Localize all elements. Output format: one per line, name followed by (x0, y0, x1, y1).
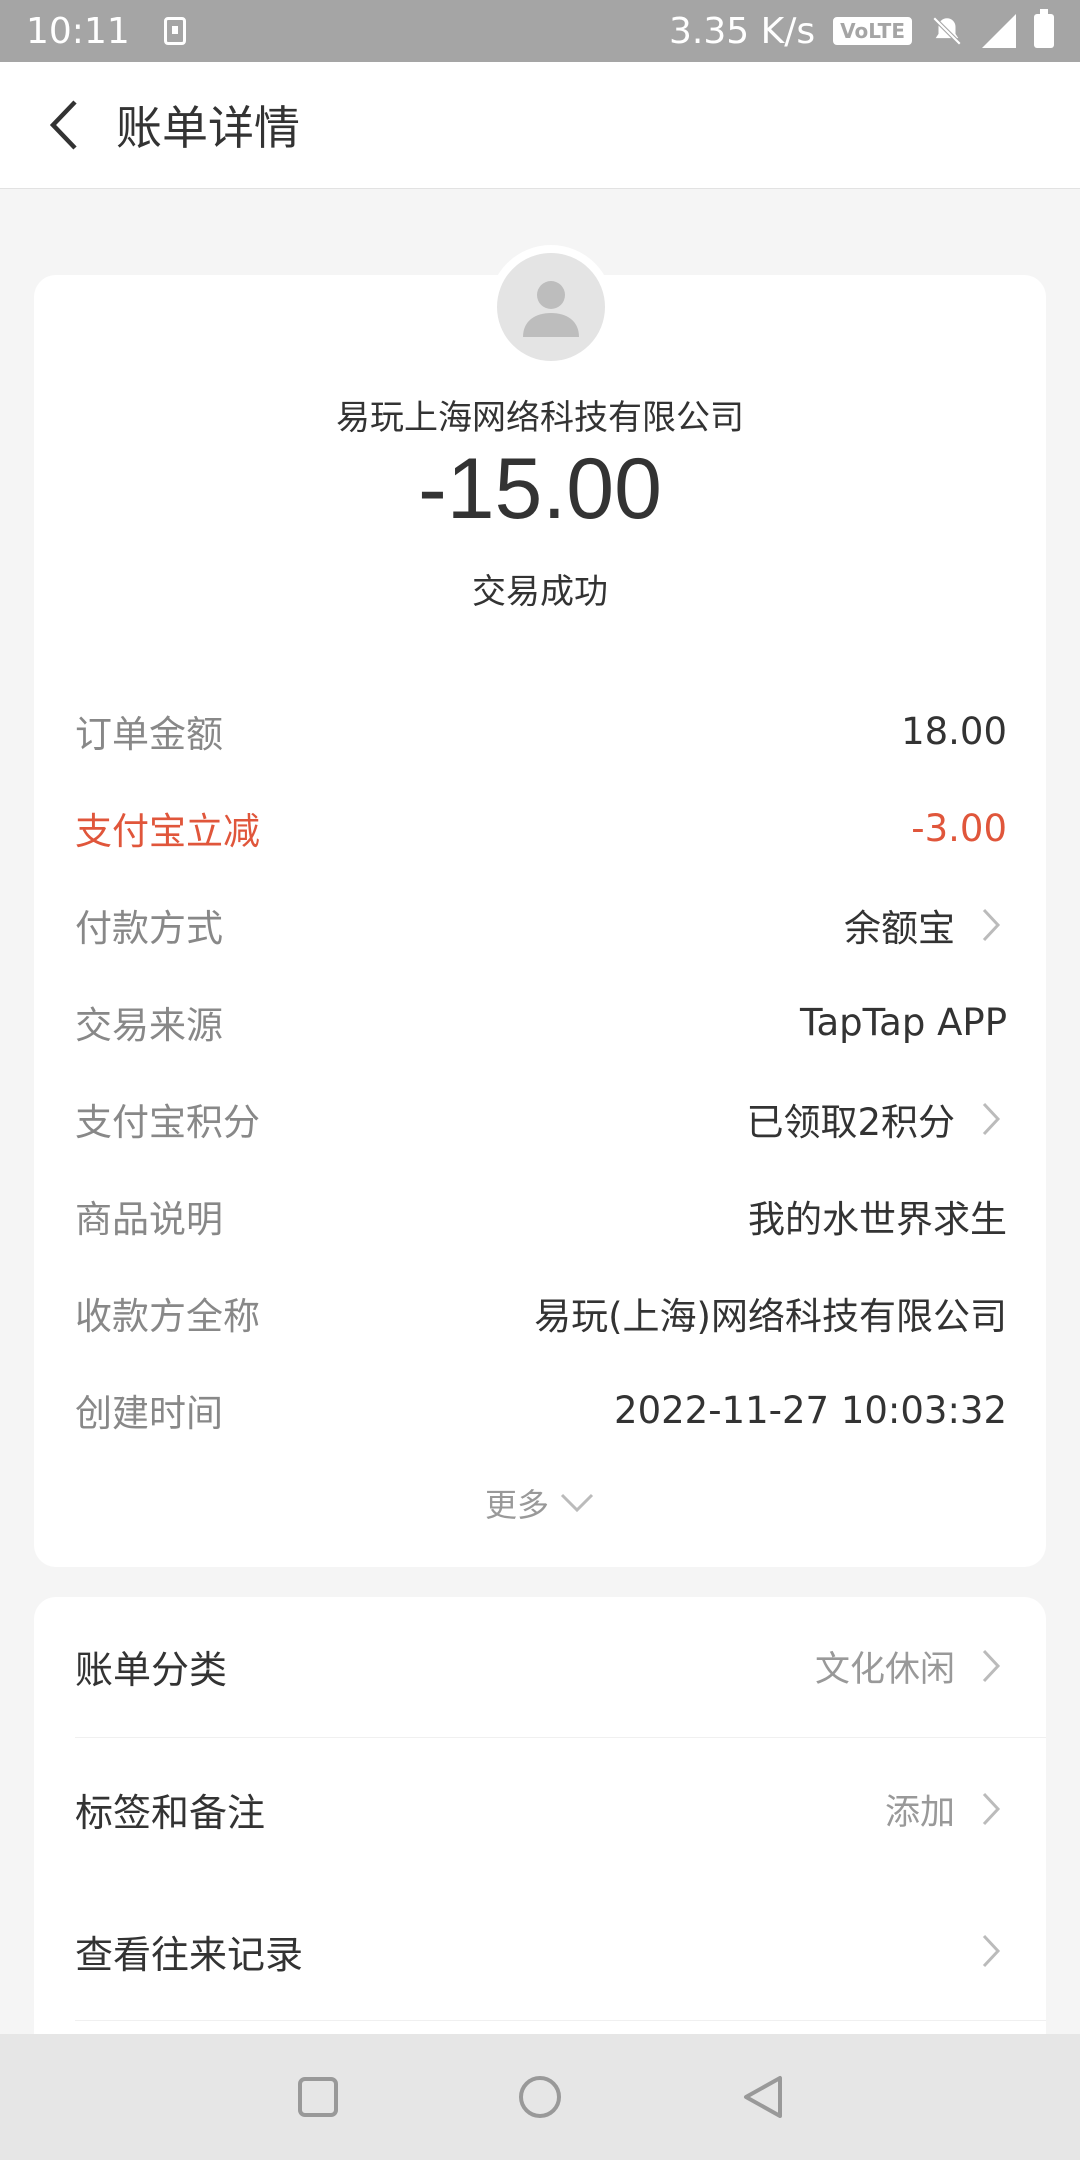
detail-label: 创建时间 (75, 1392, 223, 1435)
row-value-wrap (955, 1931, 1007, 1971)
detail-value: 已领取2积分 (746, 1101, 955, 1144)
chevron-right-icon (975, 1931, 1007, 1971)
row-label: 查看往来记录 (75, 1932, 304, 1977)
row-label: 账单分类 (75, 1647, 228, 1692)
detail-row-payment-method[interactable]: 付款方式 余额宝 (75, 895, 1007, 955)
bell-muted-icon (932, 16, 962, 46)
system-nav-bar (0, 2034, 1080, 2160)
square-icon (298, 2077, 338, 2117)
status-time: 10:11 (26, 10, 130, 52)
detail-value: TapTap APP (800, 1000, 1007, 1044)
detail-label: 支付宝积分 (75, 1101, 260, 1144)
person-icon (523, 281, 579, 337)
chevron-right-icon (975, 1099, 1007, 1139)
detail-value: 余额宝 (844, 907, 955, 950)
chevron-right-icon (975, 1646, 1007, 1686)
row-value-wrap: 文化休闲 (815, 1641, 1007, 1692)
chevron-down-icon (560, 1493, 594, 1513)
more-button[interactable]: 更多 (0, 1480, 1080, 1526)
status-bar: 10:11 3.35 K/s VoLTE 4G (0, 0, 1080, 62)
divider (75, 2020, 1046, 2021)
detail-row-created-time: 创建时间 2022-11-27 10:03:32 (75, 1380, 1007, 1440)
transaction-amount: -15.00 (418, 441, 662, 537)
detail-label: 商品说明 (75, 1198, 223, 1241)
network-speed: 3.35 K/s (669, 10, 816, 52)
row-label: 标签和备注 (75, 1790, 266, 1835)
signal-icon: 4G (982, 14, 1016, 48)
detail-label: 收款方全称 (75, 1295, 260, 1338)
detail-value-wrap: 余额宝 (844, 898, 1007, 952)
history-records-row[interactable]: 查看往来记录 (75, 1880, 1007, 2022)
status-icons: 3.35 K/s VoLTE 4G (669, 9, 1054, 52)
battery-icon (1034, 9, 1054, 48)
back-nav-button[interactable] (737, 2072, 787, 2122)
row-value: 文化休闲 (814, 1649, 955, 1690)
bill-category-row[interactable]: 账单分类 文化休闲 (75, 1595, 1007, 1737)
detail-row-order-amount: 订单金额 18.00 (75, 701, 1007, 761)
detail-value: -3.00 (911, 806, 1007, 850)
transaction-status: 交易成功 (472, 572, 608, 612)
volte-icon: VoLTE (833, 17, 912, 45)
row-value-wrap: 添加 (885, 1784, 1007, 1835)
detail-row-points[interactable]: 支付宝积分 已领取2积分 (75, 1089, 1007, 1149)
detail-row-payee: 收款方全称 易玩(上海)网络科技有限公司 (75, 1283, 1007, 1343)
tags-notes-row[interactable]: 标签和备注 添加 (75, 1738, 1007, 1880)
back-button[interactable] (34, 95, 94, 155)
detail-value: 易玩(上海)网络科技有限公司 (534, 1295, 1007, 1338)
app-header: 账单详情 (0, 62, 1080, 189)
detail-label: 交易来源 (75, 1004, 223, 1047)
detail-label: 订单金额 (75, 713, 223, 756)
more-label: 更多 (484, 1486, 549, 1524)
detail-value: 2022-11-27 10:03:32 (614, 1388, 1007, 1432)
home-button[interactable] (515, 2072, 565, 2122)
triangle-back-icon (744, 2076, 782, 2118)
merchant-name: 易玩上海网络科技有限公司 (336, 398, 744, 438)
download-notification-icon (163, 17, 186, 45)
detail-value-wrap: 已领取2积分 (746, 1092, 1007, 1146)
detail-value: 18.00 (901, 709, 1007, 753)
merchant-avatar (489, 245, 613, 369)
detail-label: 支付宝立减 (75, 810, 260, 853)
chevron-right-icon (975, 905, 1007, 945)
circle-icon (519, 2076, 561, 2118)
row-value: 添加 (884, 1792, 955, 1833)
page-title: 账单详情 (116, 101, 300, 155)
detail-label: 付款方式 (75, 907, 223, 950)
chevron-left-icon (49, 100, 77, 150)
detail-row-product: 商品说明 我的水世界求生 (75, 1186, 1007, 1246)
detail-row-source: 交易来源 TapTap APP (75, 992, 1007, 1052)
detail-value: 我的水世界求生 (748, 1198, 1007, 1241)
detail-row-discount: 支付宝立减 -3.00 (75, 798, 1007, 858)
chevron-right-icon (975, 1789, 1007, 1829)
recent-apps-button[interactable] (293, 2072, 343, 2122)
